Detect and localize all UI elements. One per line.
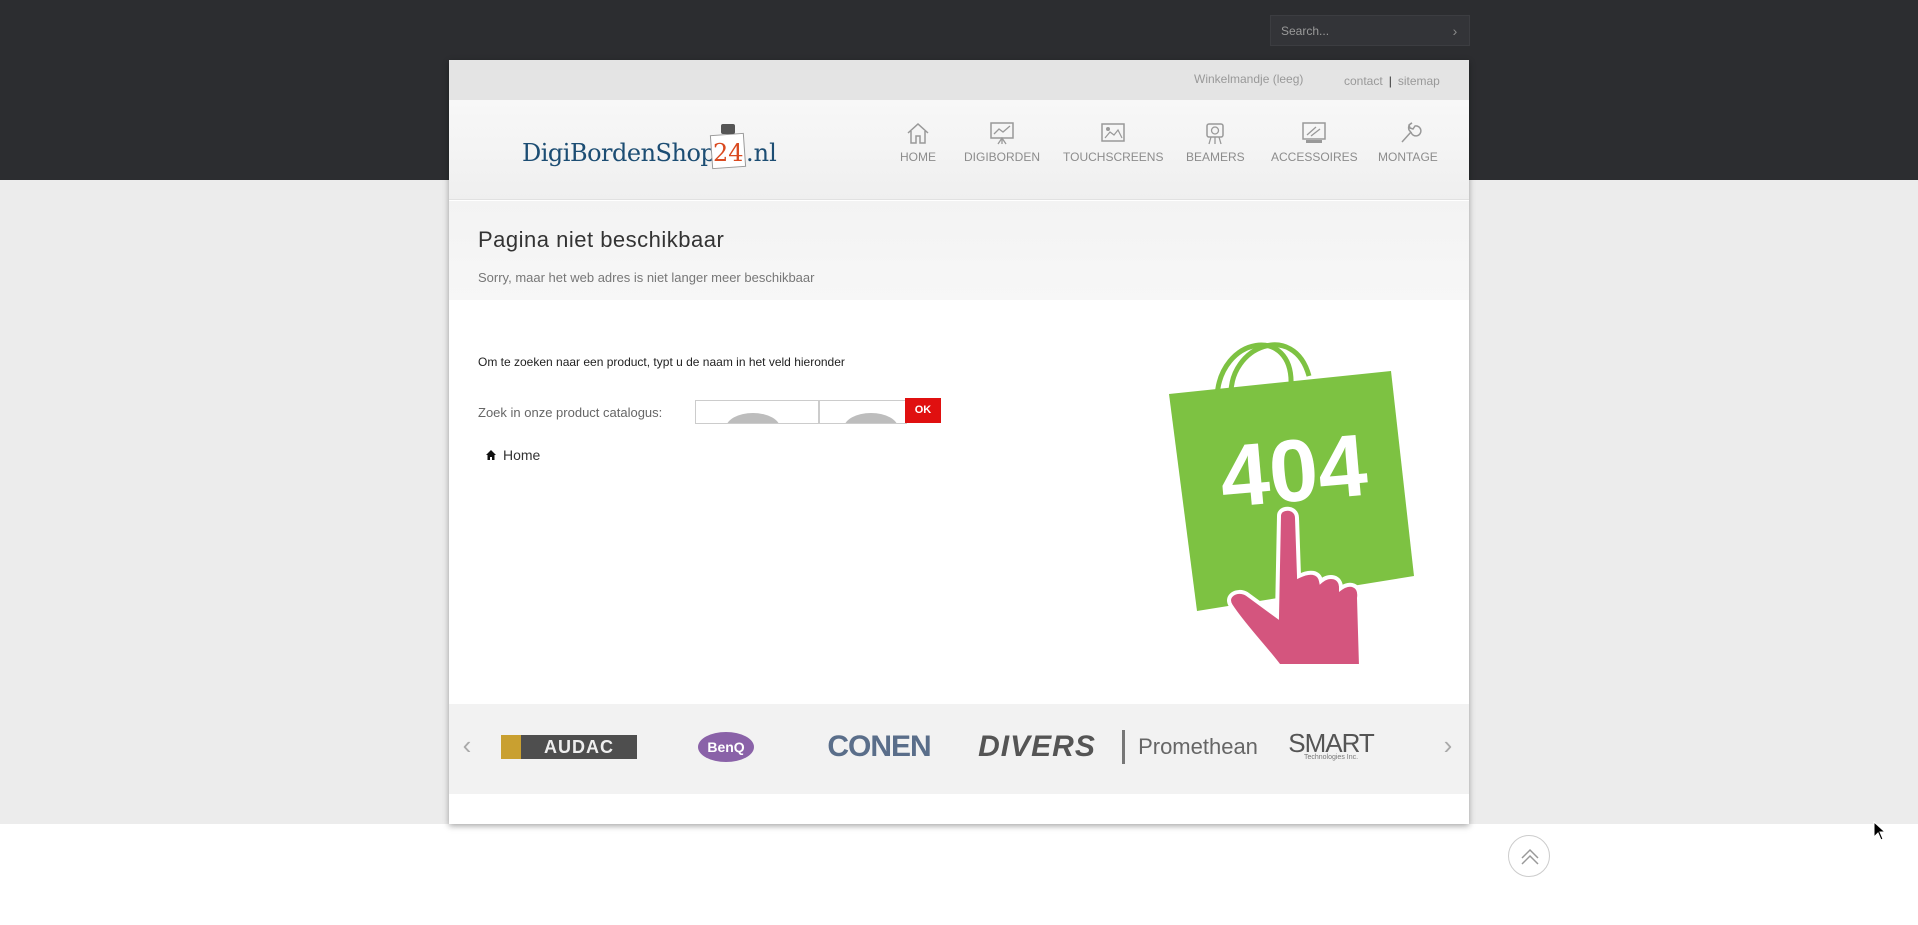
chart-board-icon <box>988 120 1016 146</box>
brand-logo-benq[interactable]: BenQ <box>696 722 756 772</box>
nav-label: ACCESSOIRES <box>1271 150 1358 164</box>
chevron-right-icon[interactable]: › <box>1447 22 1463 40</box>
page-subtitle: Sorry, maar het web adres is niet langer… <box>478 270 815 285</box>
mouse-cursor-icon <box>1873 821 1887 841</box>
scroll-to-top-button[interactable] <box>1508 835 1550 877</box>
home-link[interactable]: Home <box>485 447 540 463</box>
logo-text: DigiBordenShop <box>522 139 716 167</box>
image-frame-icon <box>1099 120 1127 146</box>
brand-logo-audac[interactable]: AUDAC <box>501 722 637 772</box>
utility-bar: Winkelmandje (leeg) contact | sitemap <box>449 60 1469 100</box>
cart-link[interactable]: Winkelmandje (leeg) <box>1194 72 1303 86</box>
brand-logo-conen[interactable]: CONEN <box>809 722 949 772</box>
sitemap-link[interactable]: sitemap <box>1398 74 1440 88</box>
accessories-icon <box>1300 120 1328 146</box>
home-icon <box>485 448 497 460</box>
catalog-search-field[interactable] <box>695 400 819 424</box>
home-icon <box>904 120 932 146</box>
main-content: Om te zoeken naar een product, typt u de… <box>449 300 1469 704</box>
nav-label: MONTAGE <box>1378 150 1438 164</box>
contact-link[interactable]: contact <box>1344 74 1383 88</box>
nav-item-accessoires[interactable]: ACCESSOIRES <box>1271 120 1358 164</box>
page-container: Winkelmandje (leeg) contact | sitemap Digi… <box>449 60 1469 824</box>
utility-links: contact | sitemap <box>1344 74 1440 88</box>
nav-item-touchscreens[interactable]: TOUCHSCREENS <box>1063 120 1163 164</box>
nav-item-home[interactable]: HOME <box>900 120 936 164</box>
chevron-left-icon[interactable]: ‹ <box>457 730 477 760</box>
nav-label: TOUCHSCREENS <box>1063 150 1164 164</box>
chevron-right-icon[interactable]: › <box>1438 730 1458 760</box>
top-search-input[interactable] <box>1271 16 1441 45</box>
catalog-search-field-extra[interactable] <box>819 400 907 424</box>
ok-button[interactable]: OK <box>905 398 941 423</box>
error-404-graphic: 404 <box>1169 326 1419 668</box>
logo-tld: .nl <box>746 139 777 167</box>
nav-item-beamers[interactable]: BEAMERS <box>1186 120 1245 164</box>
site-header: DigiBordenShop 24 .nl HOME DIGIBORDEN TO… <box>449 100 1469 200</box>
projector-icon <box>1201 120 1229 146</box>
input-placeholder-shape <box>844 413 898 423</box>
wrench-icon <box>1394 120 1422 146</box>
brand-carousel: ‹ AUDAC BenQ CONEN DIVERS Promethean SMA… <box>449 704 1469 794</box>
brand-name: SMART <box>1288 728 1375 758</box>
double-chevron-up-icon <box>1521 848 1539 865</box>
page-title: Pagina niet beschikbaar <box>478 227 725 252</box>
brand-logo-smart[interactable]: SMART Technologies Inc. <box>1281 722 1381 772</box>
catalog-search-input[interactable] <box>696 401 818 423</box>
top-search-box: › <box>1270 15 1470 46</box>
home-link-label: Home <box>503 447 541 463</box>
nav-item-montage[interactable]: MONTAGE <box>1378 120 1438 164</box>
logo-number: 24 <box>713 139 744 167</box>
nav-item-digiborden[interactable]: DIGIBORDEN <box>964 120 1040 164</box>
brand-logo-divers[interactable]: DIVERS <box>969 722 1105 772</box>
brand-name: Promethean <box>1138 734 1258 759</box>
brand-name: CONEN <box>827 730 931 763</box>
utility-separator: | <box>1388 74 1392 88</box>
page-titlebar: Pagina niet beschikbaar Sorry, maar het … <box>449 201 1469 300</box>
nav-label: HOME <box>900 150 936 164</box>
site-logo[interactable]: DigiBordenShop 24 .nl <box>522 122 782 178</box>
catalog-search-label: Zoek in onze product catalogus: <box>478 405 663 420</box>
brand-logo-promethean[interactable]: Promethean <box>1119 722 1261 772</box>
brand-name: AUDAC <box>501 735 637 759</box>
nav-label: BEAMERS <box>1186 150 1245 164</box>
brand-name: BenQ <box>698 732 754 762</box>
brand-name: DIVERS <box>978 730 1096 763</box>
promethean-figure-icon <box>1122 730 1136 764</box>
logo-camera-icon <box>721 124 735 134</box>
nav-label: DIGIBORDEN <box>964 150 1041 164</box>
search-intro-text: Om te zoeken naar een product, typt u de… <box>478 355 845 369</box>
brand-tagline: Technologies Inc. <box>1303 754 1359 761</box>
